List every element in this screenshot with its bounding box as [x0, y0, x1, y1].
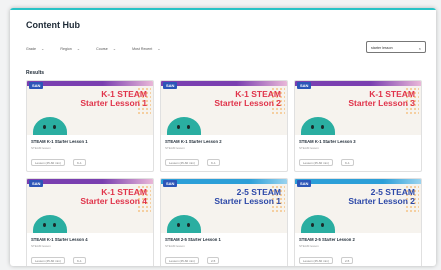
filter-region[interactable]: Region ⌄ [60, 46, 80, 51]
thumbnail-stripe [295, 179, 421, 184]
results-grid: SAN K-1 STEAM Starter Lesson 1 STEAM K-1… [26, 80, 422, 266]
thumbnail-title: 2-5 STEAM Starter Lesson 1 [214, 188, 281, 206]
mascot-character [33, 117, 67, 135]
accent-bar [10, 8, 436, 10]
thumbnail-stripe [161, 179, 287, 184]
duration-chip: Lesson (45-60 min) [165, 257, 199, 264]
lesson-subtitle: STEAM lesson [165, 146, 185, 150]
mascot-eye [321, 125, 324, 129]
thumbnail-stripe [161, 81, 287, 86]
mascot-eye [43, 223, 46, 227]
mascot-eye [311, 125, 314, 129]
lesson-thumbnail: SAN K-1 STEAM Starter Lesson 1 [27, 81, 153, 135]
filter-label: Most Recent [132, 46, 153, 51]
thumbnail-title-line2: Starter Lesson 1 [214, 196, 281, 206]
results-heading: Results [26, 70, 45, 76]
mascot-eye [43, 125, 46, 129]
lesson-card[interactable]: SAN 2-5 STEAM Starter Lesson 1 STEAM 2-5… [160, 178, 288, 266]
content-hub-page: Content Hub Grade ⌄ Region ⌄ Course ⌄ Most … [10, 8, 436, 266]
brand-badge: SAN [163, 180, 178, 187]
grade-chip: K-1 [207, 159, 220, 166]
lesson-title: STEAM 2-5 Starter Lesson 2 [299, 237, 355, 242]
thumbnail-title: 2-5 STEAM Starter Lesson 2 [348, 188, 415, 206]
mascot-eye [177, 125, 180, 129]
brand-badge: SAN [29, 180, 44, 187]
mascot-eye [53, 125, 56, 129]
mascot-eye [53, 223, 56, 227]
lesson-thumbnail: SAN K-1 STEAM Starter Lesson 4 [27, 179, 153, 233]
brand-badge: SAN [29, 82, 44, 89]
thumbnail-stripe [295, 81, 421, 86]
lesson-subtitle: STEAM lesson [299, 146, 319, 150]
filter-bar: Grade ⌄ Region ⌄ Course ⌄ Most Recent ⌄ [26, 46, 161, 51]
lesson-thumbnail: SAN K-1 STEAM Starter Lesson 2 [161, 81, 287, 135]
lesson-thumbnail: SAN K-1 STEAM Starter Lesson 3 [295, 81, 421, 135]
filter-sort[interactable]: Most Recent ⌄ [132, 46, 161, 51]
mascot-character [301, 215, 335, 233]
lesson-title: STEAM K-1 Starter Lesson 3 [299, 139, 356, 144]
thumbnail-title-line2: Starter Lesson 2 [348, 196, 415, 206]
filter-label: Region [60, 46, 72, 51]
grade-chip: K-1 [73, 257, 86, 264]
thumbnail-title: K-1 STEAM Starter Lesson 1 [80, 90, 147, 108]
duration-chip: Lesson (45-60 min) [31, 257, 65, 264]
lesson-card[interactable]: SAN K-1 STEAM Starter Lesson 4 STEAM K-1… [26, 178, 154, 266]
grade-chip: K-1 [341, 159, 354, 166]
lesson-card[interactable]: SAN K-1 STEAM Starter Lesson 1 STEAM K-1… [26, 80, 154, 172]
thumbnail-stripe [27, 81, 153, 86]
mascot-character [33, 215, 67, 233]
brand-badge: SAN [297, 82, 312, 89]
chevron-down-icon: ⌄ [76, 46, 81, 51]
lesson-subtitle: STEAM lesson [31, 244, 51, 248]
grade-chip: 2-5 [207, 257, 220, 264]
mascot-character [301, 117, 335, 135]
filter-label: Course [96, 46, 108, 51]
grade-chip: 2-5 [341, 257, 354, 264]
filter-course[interactable]: Course ⌄ [96, 46, 116, 51]
chevron-down-icon: ⌄ [112, 46, 117, 51]
lesson-subtitle: STEAM lesson [31, 146, 51, 150]
duration-chip: Lesson (45-60 min) [299, 257, 333, 264]
grade-chip: K-1 [73, 159, 86, 166]
chevron-down-icon: ⌄ [41, 46, 45, 51]
lesson-title: STEAM K-1 Starter Lesson 2 [165, 139, 222, 144]
lesson-title: STEAM K-1 Starter Lesson 4 [31, 237, 88, 242]
page-title: Content Hub [26, 20, 80, 30]
mascot-eye [187, 125, 190, 129]
search-input[interactable]: starter lesson × [366, 41, 426, 53]
thumbnail-title-line2: Starter Lesson 1 [80, 98, 147, 108]
mascot-eye [187, 223, 190, 227]
mascot-eye [311, 223, 314, 227]
mascot-character [167, 117, 201, 135]
thumbnail-stripe [27, 179, 153, 184]
lesson-subtitle: STEAM lesson [299, 244, 319, 248]
thumbnail-title-line2: Starter Lesson 4 [80, 196, 147, 206]
lesson-title: STEAM K-1 Starter Lesson 1 [31, 139, 88, 144]
lesson-card[interactable]: SAN 2-5 STEAM Starter Lesson 2 STEAM 2-5… [294, 178, 422, 266]
thumbnail-title-line2: Starter Lesson 2 [214, 98, 281, 108]
filter-label: Grade [26, 46, 36, 51]
search-value: starter lesson [371, 45, 393, 50]
chevron-down-icon: ⌄ [157, 46, 161, 51]
mascot-character [167, 215, 201, 233]
lesson-thumbnail: SAN 2-5 STEAM Starter Lesson 1 [161, 179, 287, 233]
thumbnail-title: K-1 STEAM Starter Lesson 3 [348, 90, 415, 108]
mascot-eye [321, 223, 324, 227]
lesson-title: STEAM 2-5 Starter Lesson 1 [165, 237, 221, 242]
brand-badge: SAN [163, 82, 178, 89]
duration-chip: Lesson (45-60 min) [299, 159, 333, 166]
filter-grade[interactable]: Grade ⌄ [26, 46, 44, 51]
duration-chip: Lesson (45-60 min) [165, 159, 199, 166]
thumbnail-title-line2: Starter Lesson 3 [348, 98, 415, 108]
thumbnail-title: K-1 STEAM Starter Lesson 2 [214, 90, 281, 108]
mascot-eye [177, 223, 180, 227]
lesson-card[interactable]: SAN K-1 STEAM Starter Lesson 3 STEAM K-1… [294, 80, 422, 172]
lesson-thumbnail: SAN 2-5 STEAM Starter Lesson 2 [295, 179, 421, 233]
thumbnail-title: K-1 STEAM Starter Lesson 4 [80, 188, 147, 206]
brand-badge: SAN [297, 180, 312, 187]
close-icon[interactable]: × [419, 46, 421, 51]
lesson-subtitle: STEAM lesson [165, 244, 185, 248]
duration-chip: Lesson (45-60 min) [31, 159, 65, 166]
lesson-card[interactable]: SAN K-1 STEAM Starter Lesson 2 STEAM K-1… [160, 80, 288, 172]
